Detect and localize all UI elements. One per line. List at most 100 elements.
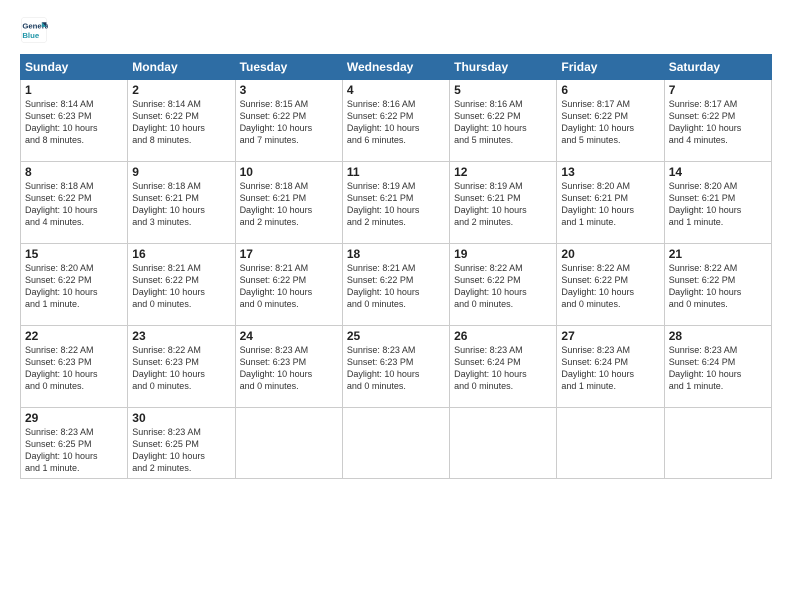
calendar-cell bbox=[664, 408, 771, 479]
day-number: 29 bbox=[25, 411, 123, 425]
calendar-cell: 24Sunrise: 8:23 AMSunset: 6:23 PMDayligh… bbox=[235, 326, 342, 408]
day-header-tuesday: Tuesday bbox=[235, 55, 342, 80]
calendar-cell: 11Sunrise: 8:19 AMSunset: 6:21 PMDayligh… bbox=[342, 162, 449, 244]
day-number: 20 bbox=[561, 247, 659, 261]
day-number: 18 bbox=[347, 247, 445, 261]
day-number: 15 bbox=[25, 247, 123, 261]
cell-info: Sunrise: 8:19 AMSunset: 6:21 PMDaylight:… bbox=[454, 180, 552, 229]
cell-info: Sunrise: 8:19 AMSunset: 6:21 PMDaylight:… bbox=[347, 180, 445, 229]
day-number: 7 bbox=[669, 83, 767, 97]
calendar-cell: 7Sunrise: 8:17 AMSunset: 6:22 PMDaylight… bbox=[664, 80, 771, 162]
cell-info: Sunrise: 8:21 AMSunset: 6:22 PMDaylight:… bbox=[132, 262, 230, 311]
day-header-thursday: Thursday bbox=[450, 55, 557, 80]
cell-info: Sunrise: 8:15 AMSunset: 6:22 PMDaylight:… bbox=[240, 98, 338, 147]
calendar-cell: 29Sunrise: 8:23 AMSunset: 6:25 PMDayligh… bbox=[21, 408, 128, 479]
cell-info: Sunrise: 8:22 AMSunset: 6:23 PMDaylight:… bbox=[25, 344, 123, 393]
day-number: 27 bbox=[561, 329, 659, 343]
calendar-cell: 22Sunrise: 8:22 AMSunset: 6:23 PMDayligh… bbox=[21, 326, 128, 408]
calendar-cell: 13Sunrise: 8:20 AMSunset: 6:21 PMDayligh… bbox=[557, 162, 664, 244]
cell-info: Sunrise: 8:14 AMSunset: 6:23 PMDaylight:… bbox=[25, 98, 123, 147]
calendar: SundayMondayTuesdayWednesdayThursdayFrid… bbox=[20, 54, 772, 479]
calendar-cell bbox=[342, 408, 449, 479]
day-number: 9 bbox=[132, 165, 230, 179]
calendar-cell: 12Sunrise: 8:19 AMSunset: 6:21 PMDayligh… bbox=[450, 162, 557, 244]
cell-info: Sunrise: 8:20 AMSunset: 6:22 PMDaylight:… bbox=[25, 262, 123, 311]
calendar-cell: 9Sunrise: 8:18 AMSunset: 6:21 PMDaylight… bbox=[128, 162, 235, 244]
day-number: 21 bbox=[669, 247, 767, 261]
cell-info: Sunrise: 8:23 AMSunset: 6:24 PMDaylight:… bbox=[454, 344, 552, 393]
cell-info: Sunrise: 8:21 AMSunset: 6:22 PMDaylight:… bbox=[347, 262, 445, 311]
day-number: 13 bbox=[561, 165, 659, 179]
day-number: 6 bbox=[561, 83, 659, 97]
calendar-cell: 16Sunrise: 8:21 AMSunset: 6:22 PMDayligh… bbox=[128, 244, 235, 326]
calendar-cell: 15Sunrise: 8:20 AMSunset: 6:22 PMDayligh… bbox=[21, 244, 128, 326]
cell-info: Sunrise: 8:22 AMSunset: 6:22 PMDaylight:… bbox=[669, 262, 767, 311]
svg-text:Blue: Blue bbox=[22, 31, 40, 40]
cell-info: Sunrise: 8:16 AMSunset: 6:22 PMDaylight:… bbox=[347, 98, 445, 147]
day-number: 26 bbox=[454, 329, 552, 343]
day-number: 5 bbox=[454, 83, 552, 97]
calendar-cell bbox=[450, 408, 557, 479]
calendar-cell: 28Sunrise: 8:23 AMSunset: 6:24 PMDayligh… bbox=[664, 326, 771, 408]
cell-info: Sunrise: 8:17 AMSunset: 6:22 PMDaylight:… bbox=[561, 98, 659, 147]
cell-info: Sunrise: 8:23 AMSunset: 6:24 PMDaylight:… bbox=[561, 344, 659, 393]
calendar-cell: 17Sunrise: 8:21 AMSunset: 6:22 PMDayligh… bbox=[235, 244, 342, 326]
day-number: 30 bbox=[132, 411, 230, 425]
cell-info: Sunrise: 8:22 AMSunset: 6:22 PMDaylight:… bbox=[454, 262, 552, 311]
day-number: 16 bbox=[132, 247, 230, 261]
cell-info: Sunrise: 8:23 AMSunset: 6:25 PMDaylight:… bbox=[132, 426, 230, 475]
day-number: 1 bbox=[25, 83, 123, 97]
cell-info: Sunrise: 8:23 AMSunset: 6:24 PMDaylight:… bbox=[669, 344, 767, 393]
calendar-cell: 10Sunrise: 8:18 AMSunset: 6:21 PMDayligh… bbox=[235, 162, 342, 244]
day-number: 28 bbox=[669, 329, 767, 343]
calendar-cell: 19Sunrise: 8:22 AMSunset: 6:22 PMDayligh… bbox=[450, 244, 557, 326]
calendar-cell: 23Sunrise: 8:22 AMSunset: 6:23 PMDayligh… bbox=[128, 326, 235, 408]
cell-info: Sunrise: 8:23 AMSunset: 6:25 PMDaylight:… bbox=[25, 426, 123, 475]
calendar-cell: 6Sunrise: 8:17 AMSunset: 6:22 PMDaylight… bbox=[557, 80, 664, 162]
calendar-cell bbox=[557, 408, 664, 479]
cell-info: Sunrise: 8:22 AMSunset: 6:23 PMDaylight:… bbox=[132, 344, 230, 393]
calendar-cell: 30Sunrise: 8:23 AMSunset: 6:25 PMDayligh… bbox=[128, 408, 235, 479]
cell-info: Sunrise: 8:20 AMSunset: 6:21 PMDaylight:… bbox=[669, 180, 767, 229]
day-header-wednesday: Wednesday bbox=[342, 55, 449, 80]
day-number: 14 bbox=[669, 165, 767, 179]
day-number: 10 bbox=[240, 165, 338, 179]
day-number: 12 bbox=[454, 165, 552, 179]
calendar-cell: 8Sunrise: 8:18 AMSunset: 6:22 PMDaylight… bbox=[21, 162, 128, 244]
cell-info: Sunrise: 8:18 AMSunset: 6:22 PMDaylight:… bbox=[25, 180, 123, 229]
day-number: 25 bbox=[347, 329, 445, 343]
day-header-saturday: Saturday bbox=[664, 55, 771, 80]
day-number: 4 bbox=[347, 83, 445, 97]
calendar-cell: 14Sunrise: 8:20 AMSunset: 6:21 PMDayligh… bbox=[664, 162, 771, 244]
day-number: 23 bbox=[132, 329, 230, 343]
day-header-sunday: Sunday bbox=[21, 55, 128, 80]
calendar-cell: 20Sunrise: 8:22 AMSunset: 6:22 PMDayligh… bbox=[557, 244, 664, 326]
calendar-cell: 21Sunrise: 8:22 AMSunset: 6:22 PMDayligh… bbox=[664, 244, 771, 326]
cell-info: Sunrise: 8:17 AMSunset: 6:22 PMDaylight:… bbox=[669, 98, 767, 147]
logo: General Blue bbox=[20, 16, 48, 44]
day-number: 17 bbox=[240, 247, 338, 261]
day-number: 19 bbox=[454, 247, 552, 261]
cell-info: Sunrise: 8:23 AMSunset: 6:23 PMDaylight:… bbox=[240, 344, 338, 393]
cell-info: Sunrise: 8:18 AMSunset: 6:21 PMDaylight:… bbox=[240, 180, 338, 229]
day-number: 24 bbox=[240, 329, 338, 343]
day-header-friday: Friday bbox=[557, 55, 664, 80]
calendar-cell bbox=[235, 408, 342, 479]
cell-info: Sunrise: 8:20 AMSunset: 6:21 PMDaylight:… bbox=[561, 180, 659, 229]
cell-info: Sunrise: 8:14 AMSunset: 6:22 PMDaylight:… bbox=[132, 98, 230, 147]
calendar-cell: 1Sunrise: 8:14 AMSunset: 6:23 PMDaylight… bbox=[21, 80, 128, 162]
day-number: 22 bbox=[25, 329, 123, 343]
calendar-cell: 18Sunrise: 8:21 AMSunset: 6:22 PMDayligh… bbox=[342, 244, 449, 326]
calendar-cell: 25Sunrise: 8:23 AMSunset: 6:23 PMDayligh… bbox=[342, 326, 449, 408]
day-header-monday: Monday bbox=[128, 55, 235, 80]
cell-info: Sunrise: 8:16 AMSunset: 6:22 PMDaylight:… bbox=[454, 98, 552, 147]
calendar-cell: 3Sunrise: 8:15 AMSunset: 6:22 PMDaylight… bbox=[235, 80, 342, 162]
calendar-cell: 4Sunrise: 8:16 AMSunset: 6:22 PMDaylight… bbox=[342, 80, 449, 162]
day-number: 2 bbox=[132, 83, 230, 97]
day-number: 3 bbox=[240, 83, 338, 97]
cell-info: Sunrise: 8:23 AMSunset: 6:23 PMDaylight:… bbox=[347, 344, 445, 393]
cell-info: Sunrise: 8:18 AMSunset: 6:21 PMDaylight:… bbox=[132, 180, 230, 229]
day-number: 8 bbox=[25, 165, 123, 179]
calendar-cell: 5Sunrise: 8:16 AMSunset: 6:22 PMDaylight… bbox=[450, 80, 557, 162]
calendar-cell: 26Sunrise: 8:23 AMSunset: 6:24 PMDayligh… bbox=[450, 326, 557, 408]
